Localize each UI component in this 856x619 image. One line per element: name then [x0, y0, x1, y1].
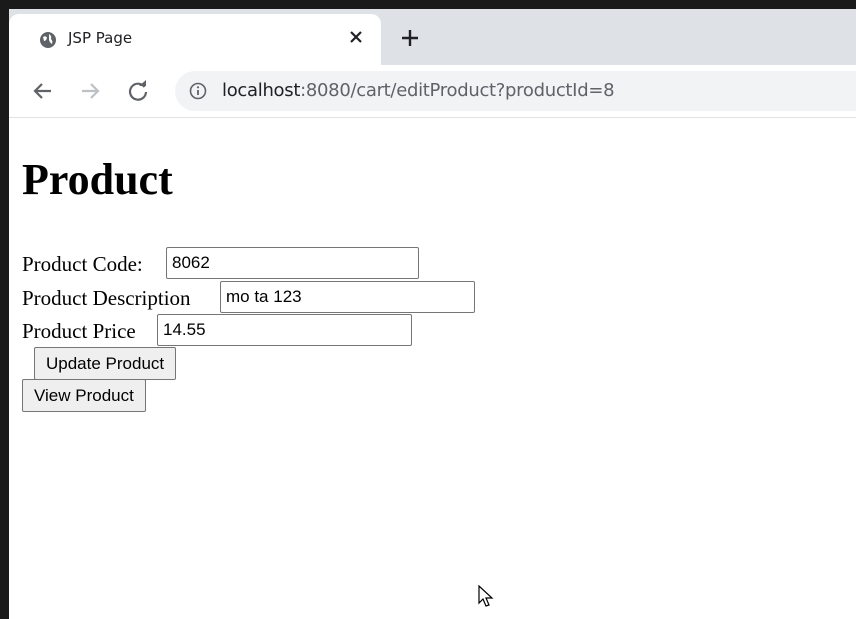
product-code-input[interactable] [166, 247, 419, 279]
close-icon[interactable] [345, 26, 367, 48]
back-arrow-icon[interactable] [30, 78, 56, 104]
url-host: localhost [222, 80, 301, 101]
forward-arrow-icon[interactable] [77, 78, 103, 104]
browser-window: JSP Page localhost:8080/cart/editProduct… [9, 9, 856, 619]
view-product-button[interactable]: View Product [22, 379, 146, 412]
tab-jsp-page[interactable]: JSP Page [9, 14, 381, 65]
url-path: :8080/cart/editProduct?productId=8 [300, 80, 615, 101]
tab-strip: JSP Page [9, 9, 856, 65]
product-code-label: Product Code: [22, 252, 143, 276]
product-price-label: Product Price [22, 319, 136, 343]
mouse-cursor-icon [478, 585, 494, 607]
url-text: localhost:8080/cart/editProduct?productI… [222, 80, 615, 101]
page-content: Product Product Code: Product Descriptio… [9, 118, 856, 619]
product-description-input[interactable] [220, 281, 475, 313]
page-title: Product [22, 155, 173, 204]
address-bar[interactable]: localhost:8080/cart/editProduct?productI… [175, 71, 856, 111]
globe-icon [40, 32, 56, 48]
browser-toolbar: localhost:8080/cart/editProduct?productI… [9, 65, 856, 118]
product-description-label: Product Description [22, 286, 191, 310]
info-icon[interactable] [189, 82, 207, 100]
plus-icon[interactable] [398, 26, 422, 50]
update-product-button[interactable]: Update Product [34, 347, 177, 380]
tab-title: JSP Page [68, 29, 133, 47]
reload-icon[interactable] [125, 78, 151, 104]
product-price-input[interactable] [157, 314, 412, 346]
